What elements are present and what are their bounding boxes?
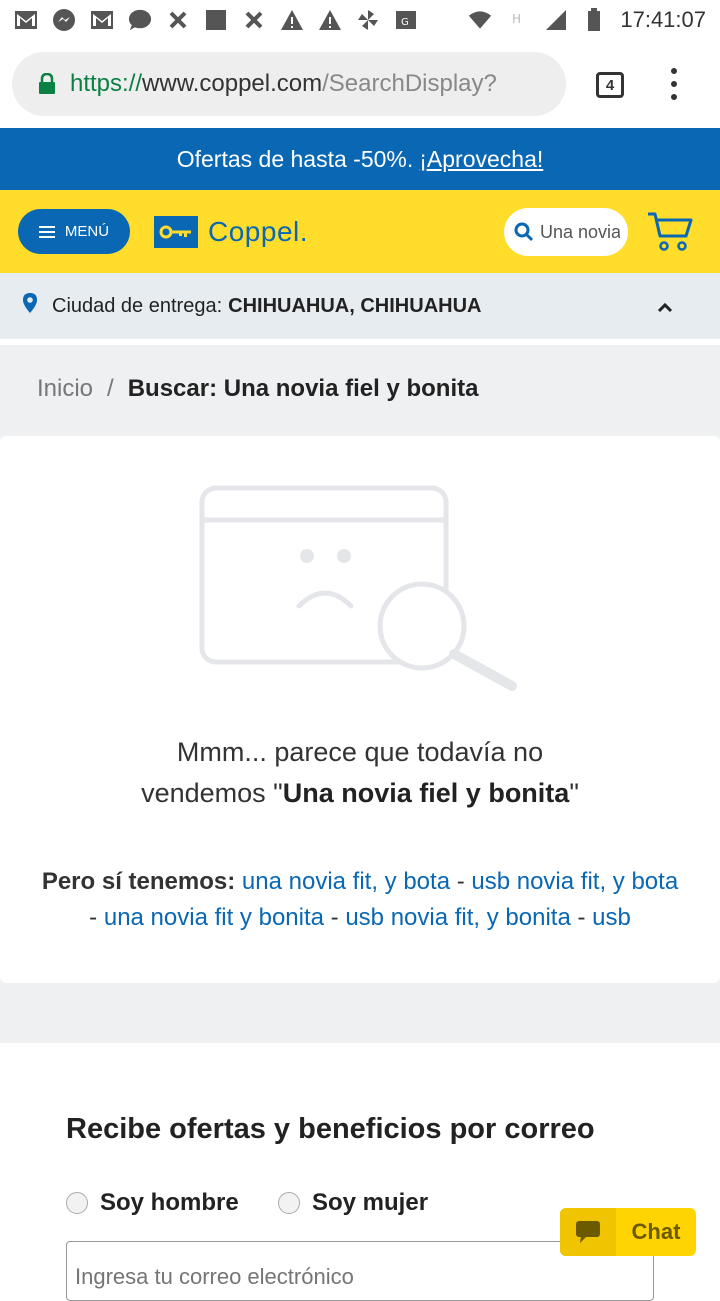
h-signal-icon: H [506,8,530,32]
maps-icon: G [394,8,418,32]
promo-text: Ofertas de hasta -50%. [176,145,414,172]
suggestions-label: Pero sí tenemos: [41,868,236,895]
hamburger-icon [38,225,55,238]
radio-female[interactable]: Soy mujer [278,1189,428,1217]
suggestion-separator: - [89,904,104,931]
tab-switcher-button[interactable]: 4 [596,72,624,98]
radio-female-label: Soy mujer [312,1189,429,1216]
menu-label: MENÚ [64,223,110,240]
suggestion-separator: - [450,868,472,895]
site-header: MENÚ Coppel. [0,190,720,273]
no-results-card: Mmm... parece que todavía no vendemos "U… [0,436,720,983]
delivery-label: Ciudad de entrega: [52,294,223,317]
gmail-icon [14,8,38,32]
chat-label: Chat [631,1219,681,1244]
radio-male[interactable]: Soy hombre [66,1189,239,1217]
radio-button[interactable] [278,1192,300,1214]
suggestion-separator: - [570,904,593,931]
no-results-line1: Mmm... parece que todavía no [176,737,544,767]
battery-icon [582,8,606,32]
radio-male-label: Soy hombre [100,1189,239,1216]
square-icon [204,8,228,32]
search-input[interactable] [540,221,620,243]
wifi-icon [468,8,492,32]
suggestions: Pero sí tenemos: una novia fit, y bota -… [40,864,680,936]
chat-button[interactable]: Chat [560,1208,696,1256]
no-results-query: Una novia fiel y bonita [282,778,570,808]
x-icon [166,8,190,32]
x-icon [242,8,266,32]
search-box[interactable] [504,208,628,256]
status-bar: G H 17:41:07 [0,0,720,40]
suggestion-link[interactable]: una novia fit, y bota [242,868,450,895]
cell-signal-icon [544,8,568,32]
chevron-up-icon[interactable] [656,297,674,320]
suggestion-link[interactable]: usb novia fit, y bonita [345,904,570,931]
no-results-line2: vendemos "Una novia fiel y bonita" [141,778,579,808]
suggestion-separator: - [324,904,346,931]
radio-button[interactable] [66,1192,88,1214]
newsletter-title: Recibe ofertas y beneficios por correo [66,1113,595,1145]
search-icon [514,222,534,242]
breadcrumb-home[interactable]: Inicio [37,375,93,403]
url-host: www.coppel.com [142,70,323,97]
url-bar[interactable]: https://www.coppel.com/SearchDisplay? [12,52,566,116]
browser-menu-icon[interactable] [666,68,682,100]
gmail-icon [90,8,114,32]
breadcrumb-current: Buscar: Una novia fiel y bonita [127,375,479,402]
clock: 17:41:07 [620,7,706,32]
cart-icon[interactable] [646,206,694,254]
logo-text: Coppel. [208,216,309,247]
no-results-message: Mmm... parece que todavía no vendemos "U… [0,732,720,814]
lock-icon [38,73,56,95]
key-icon [154,216,198,248]
messenger-icon [52,8,76,32]
warning-icon [318,8,342,32]
chat-bubble-icon [128,8,152,32]
url-path: /SearchDisplay? [322,70,497,97]
sad-browser-search-icon [196,484,526,699]
location-pin-icon [22,292,38,320]
coppel-logo[interactable]: Coppel. [154,216,308,248]
svg-text:H: H [512,12,521,26]
menu-button[interactable]: MENÚ [18,209,130,254]
svg-text:G: G [401,17,409,28]
breadcrumb-separator: / [107,375,114,402]
breadcrumb: Inicio / Buscar: Una novia fiel y bonita [37,375,478,403]
promo-link[interactable]: ¡Aprovecha! [419,146,543,173]
chat-bubble-icon [560,1208,616,1256]
suggestion-link[interactable]: usb [592,904,631,931]
delivery-city: CHIHUAHUA, CHIHUAHUA [228,294,482,317]
suggestion-link[interactable]: una novia fit y bonita [104,904,324,931]
browser-toolbar: https://www.coppel.com/SearchDisplay? 4 [0,40,720,128]
notification-icons: G [14,8,418,32]
url-scheme: https:// [70,70,143,97]
pinwheel-icon [356,8,380,32]
warning-icon [280,8,304,32]
delivery-city-bar[interactable]: Ciudad de entrega: CHIHUAHUA, CHIHUAHUA [0,273,720,339]
suggestion-link[interactable]: usb novia fit, y bota [471,868,678,895]
promo-banner: Ofertas de hasta -50%. ¡Aprovecha! [0,128,720,190]
